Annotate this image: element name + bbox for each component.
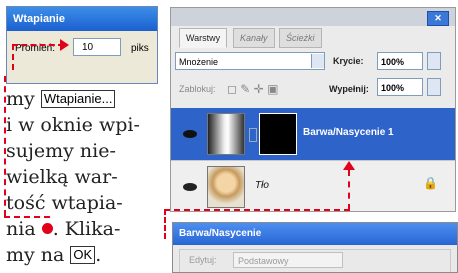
tab-channels[interactable]: Kanały — [233, 28, 275, 48]
opacity-input[interactable]: 100% — [377, 52, 423, 70]
callout-arrow-up — [343, 161, 355, 170]
tab-layers[interactable]: Warstwy — [179, 28, 228, 48]
blend-mode-select[interactable]: Mnożenie — [175, 52, 325, 70]
article-text: . Klika- — [52, 218, 121, 240]
callout-line-top — [12, 44, 64, 46]
opacity-label: Krycie: — [333, 56, 364, 66]
panel-topbar — [171, 8, 455, 26]
callout-line-v2 — [164, 209, 166, 239]
article-line: i w oknie wpi- — [6, 114, 140, 136]
layer-name: Barwa/Nasycenie 1 — [303, 127, 394, 138]
radius-input[interactable]: 10 — [73, 38, 121, 56]
link-icon — [249, 128, 257, 142]
opacity-slider-button[interactable] — [427, 52, 441, 70]
tab-paths[interactable]: Ścieżki — [279, 28, 322, 48]
article-text: my na — [6, 244, 65, 266]
visibility-eye-icon[interactable] — [183, 183, 197, 191]
layer-row[interactable]: Tło 🔒 — [171, 160, 455, 211]
visibility-eye-icon[interactable] — [183, 130, 197, 138]
fill-input[interactable]: 100% — [377, 78, 423, 96]
article-line: my Wtapianie... — [6, 86, 116, 112]
lock-icon: 🔒 — [423, 176, 438, 190]
callout-arrow-right — [60, 39, 69, 51]
photo-thumbnail — [207, 166, 245, 208]
fill-label: Wypełnij: — [329, 84, 369, 94]
step-marker-icon — [41, 223, 53, 234]
lock-icons[interactable]: ◻ ✎ ✛ ▣ — [227, 82, 278, 96]
article-line: my na OK. — [6, 242, 101, 268]
article-text: my — [6, 88, 35, 110]
lock-label: Zablokuj: — [179, 84, 216, 94]
layer-name: Tło — [255, 180, 269, 191]
article-line: wielką war- — [6, 166, 118, 188]
mask-thumbnail — [259, 113, 297, 155]
layers-panel: ✕ Warstwy Kanały Ścieżki Mnożenie Krycie… — [170, 7, 456, 212]
callout-line-h — [164, 209, 350, 211]
article-line: sujemy nie- — [6, 140, 116, 162]
edit-label: Edytuj: — [189, 255, 217, 265]
article-line: nia . Klika- — [6, 216, 120, 242]
radius-unit: piks — [131, 43, 149, 54]
adjustment-thumbnail — [207, 113, 245, 155]
feather-menu-button: Wtapianie... — [40, 90, 116, 108]
close-icon[interactable]: ✕ — [427, 11, 449, 26]
edit-select[interactable]: Podstawowy — [233, 252, 343, 268]
callout-line-left — [12, 44, 14, 70]
chevron-down-icon[interactable] — [311, 54, 324, 68]
article-text: . — [95, 244, 102, 266]
ok-button-ref: OK — [70, 246, 96, 264]
layer-row-selected[interactable]: Barwa/Nasycenie 1 — [171, 108, 455, 160]
article-text: nia — [6, 218, 36, 240]
hue-saturation-title: Barwa/Nasycenie — [173, 223, 457, 245]
hue-saturation-dialog: Barwa/Nasycenie Edytuj: Podstawowy — [172, 222, 458, 273]
article-line: tość wtapia- — [6, 192, 123, 214]
callout-line-v — [348, 170, 350, 210]
feather-dialog-title: Wtapianie — [7, 7, 157, 31]
fill-slider-button[interactable] — [427, 78, 441, 96]
